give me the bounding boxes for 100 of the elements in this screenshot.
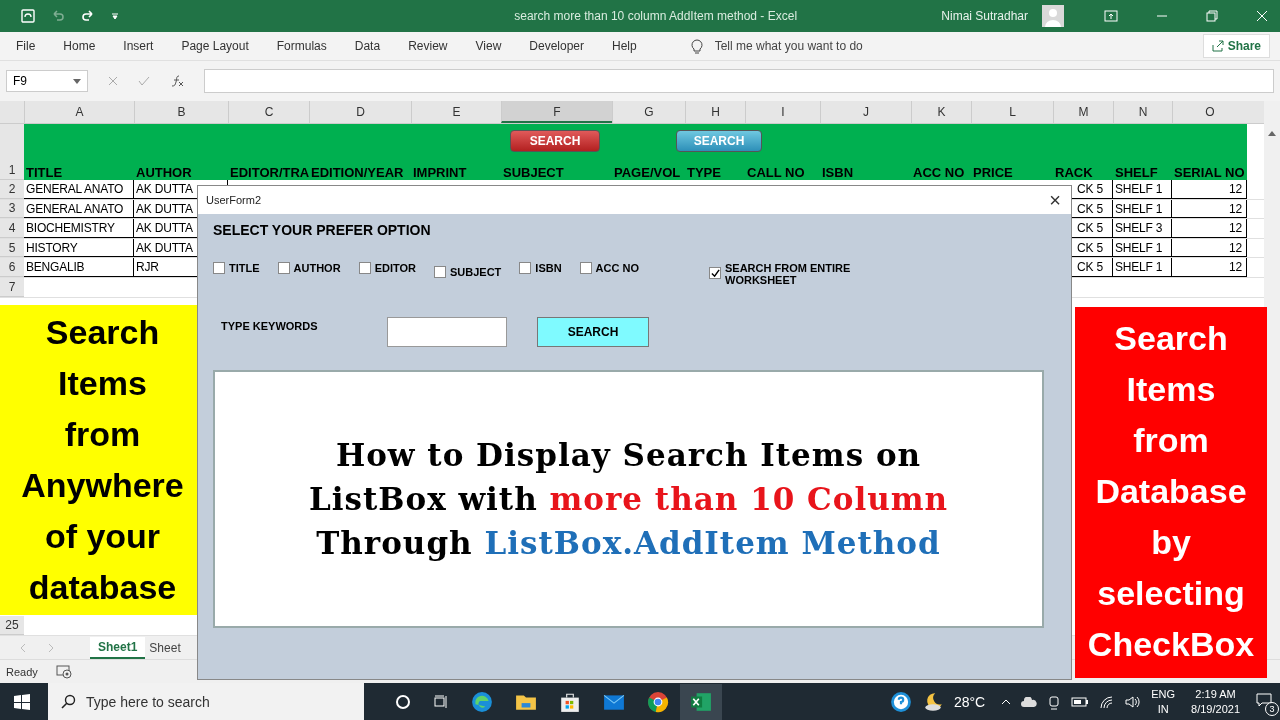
language-indicator[interactable]: ENG IN <box>1151 686 1176 717</box>
column-header[interactable]: O <box>1172 101 1247 123</box>
table-cell: 12 <box>1172 219 1247 238</box>
taskbar-search-field[interactable]: Type here to search <box>48 683 364 720</box>
row-number[interactable]: 2 <box>0 180 24 199</box>
share-button[interactable]: Share <box>1202 34 1270 58</box>
table-cell: 12 <box>1172 238 1247 258</box>
checkbox[interactable] <box>519 262 532 274</box>
windows-start-icon[interactable] <box>14 693 30 710</box>
checkbox[interactable] <box>213 262 225 274</box>
ribbon-tab[interactable]: Help <box>596 39 649 53</box>
ribbon-tab[interactable]: Formulas <box>260 39 339 53</box>
autosave-icon[interactable] <box>20 8 36 24</box>
checkbox-label[interactable]: ISBN <box>535 262 562 274</box>
volume-icon[interactable] <box>1125 694 1142 709</box>
checkbox-label[interactable]: TITLE <box>229 262 260 274</box>
caption-banner: Search Items from Database by selecting CheckBox <box>1075 307 1267 678</box>
cloud-icon[interactable] <box>1021 696 1038 707</box>
formula-field[interactable] <box>204 69 1274 93</box>
chevron-up-icon[interactable] <box>1001 698 1012 705</box>
search-button[interactable]: SEARCH <box>510 130 600 152</box>
customize-icon[interactable] <box>110 11 120 21</box>
column-title: SUBJECT <box>503 165 564 180</box>
macro-recorder-icon[interactable] <box>55 664 72 679</box>
column-header[interactable]: N <box>1113 101 1172 123</box>
checkbox-label[interactable]: EDITOR <box>374 262 416 274</box>
column-header[interactable]: A <box>24 101 134 123</box>
column-title: ACC NO <box>913 165 965 180</box>
column-title: ISBN <box>822 165 854 180</box>
column-header[interactable]: G <box>612 101 685 123</box>
keywords-field[interactable] <box>387 317 507 347</box>
checkbox[interactable] <box>434 266 446 278</box>
clock[interactable]: 2:19 AM 8/19/2021 <box>1191 686 1240 717</box>
function-icon[interactable] <box>170 75 184 87</box>
column-title: CALL NO <box>747 165 805 180</box>
column-header[interactable]: J <box>820 101 911 123</box>
ribbon-tab[interactable]: Developer <box>513 39 596 53</box>
checkbox-label[interactable]: SUBJECT <box>450 266 502 278</box>
row-number[interactable]: 25 <box>0 616 24 635</box>
column-header[interactable]: C <box>228 101 309 123</box>
column-header[interactable]: I <box>745 101 820 123</box>
ribbon-display-icon[interactable] <box>1104 10 1118 22</box>
close-icon[interactable] <box>1256 10 1268 22</box>
ribbon-tab[interactable]: Page Layout <box>165 39 261 53</box>
table-cell: 12 <box>1172 180 1247 199</box>
cortana-icon[interactable] <box>395 693 411 710</box>
notification-count: 3 <box>1265 702 1279 716</box>
ribbon-tab[interactable]: Review <box>392 39 460 53</box>
search-button[interactable]: SEARCH <box>537 317 649 347</box>
column-title: SHELF <box>1115 165 1158 180</box>
column-header[interactable]: H <box>685 101 745 123</box>
browser-icon[interactable] <box>471 690 493 713</box>
status-text: Ready <box>6 665 38 678</box>
list-box[interactable]: How to Display Search Items on ListBox with more than 10 Column Through ListBox.AddItem Method <box>213 370 1044 628</box>
user-name: Nimai Sutradhar <box>941 9 1028 23</box>
share-icon <box>1211 40 1224 52</box>
battery-icon[interactable] <box>1071 696 1090 707</box>
column-header[interactable]: M <box>1053 101 1113 123</box>
checkbox-label[interactable]: AUTHOR <box>293 262 341 274</box>
ribbon-tab[interactable]: File <box>0 39 48 53</box>
column-header[interactable]: B <box>134 101 228 123</box>
checkbox[interactable] <box>277 262 290 274</box>
tell-me-field[interactable]: Tell me what you want to do <box>714 39 1203 53</box>
column-title: RACK <box>1055 165 1093 180</box>
ribbon-tab[interactable]: Insert <box>107 39 166 53</box>
row-number[interactable]: 4 <box>0 219 24 238</box>
chrome-icon[interactable] <box>647 690 669 713</box>
ribbon-tab[interactable]: Data <box>338 39 393 53</box>
notification-icon[interactable] <box>1256 693 1272 707</box>
scroll-up-icon[interactable] <box>1268 131 1276 136</box>
column-header[interactable]: L <box>971 101 1053 123</box>
ribbon-tab[interactable]: View <box>459 39 514 53</box>
help-icon[interactable] <box>889 690 912 713</box>
sheet-tab[interactable]: Sheet <box>145 637 185 658</box>
checkbox[interactable] <box>358 262 371 274</box>
column-header[interactable]: K <box>911 101 971 123</box>
checkbox[interactable] <box>579 262 592 274</box>
row-number[interactable]: 6 <box>0 258 24 277</box>
column-title: PRICE <box>973 165 1013 180</box>
table-cell: SHELF 1 <box>1113 199 1172 219</box>
column-header[interactable]: D <box>309 101 411 123</box>
redo-icon[interactable] <box>80 8 96 24</box>
row-number[interactable]: 1 <box>0 124 24 180</box>
table-cell: SHELF 1 <box>1113 238 1172 258</box>
search-icon <box>60 693 76 710</box>
column-title: TITLE <box>26 165 63 180</box>
table-cell: SHELF 3 <box>1113 219 1172 238</box>
restore-icon[interactable] <box>1206 10 1218 22</box>
task-view-icon[interactable] <box>433 693 449 710</box>
ribbon-tab[interactable]: Home <box>47 39 108 53</box>
table-cell: SHELF 1 <box>1113 258 1172 277</box>
table-cell: SHELF 1 <box>1113 180 1172 199</box>
excel-icon[interactable] <box>680 683 722 720</box>
column-header[interactable]: F <box>501 101 612 123</box>
checkbox-label[interactable]: ACC NO <box>595 262 639 274</box>
sheet-tab[interactable]: Sheet1 <box>90 636 146 659</box>
temperature[interactable]: 28°C <box>953 693 986 710</box>
name-box[interactable]: F9 <box>6 70 88 92</box>
checkbox-label[interactable]: SEARCH FROM ENTIRE WORKSHEET <box>725 262 855 286</box>
checkbox[interactable] <box>709 267 721 279</box>
